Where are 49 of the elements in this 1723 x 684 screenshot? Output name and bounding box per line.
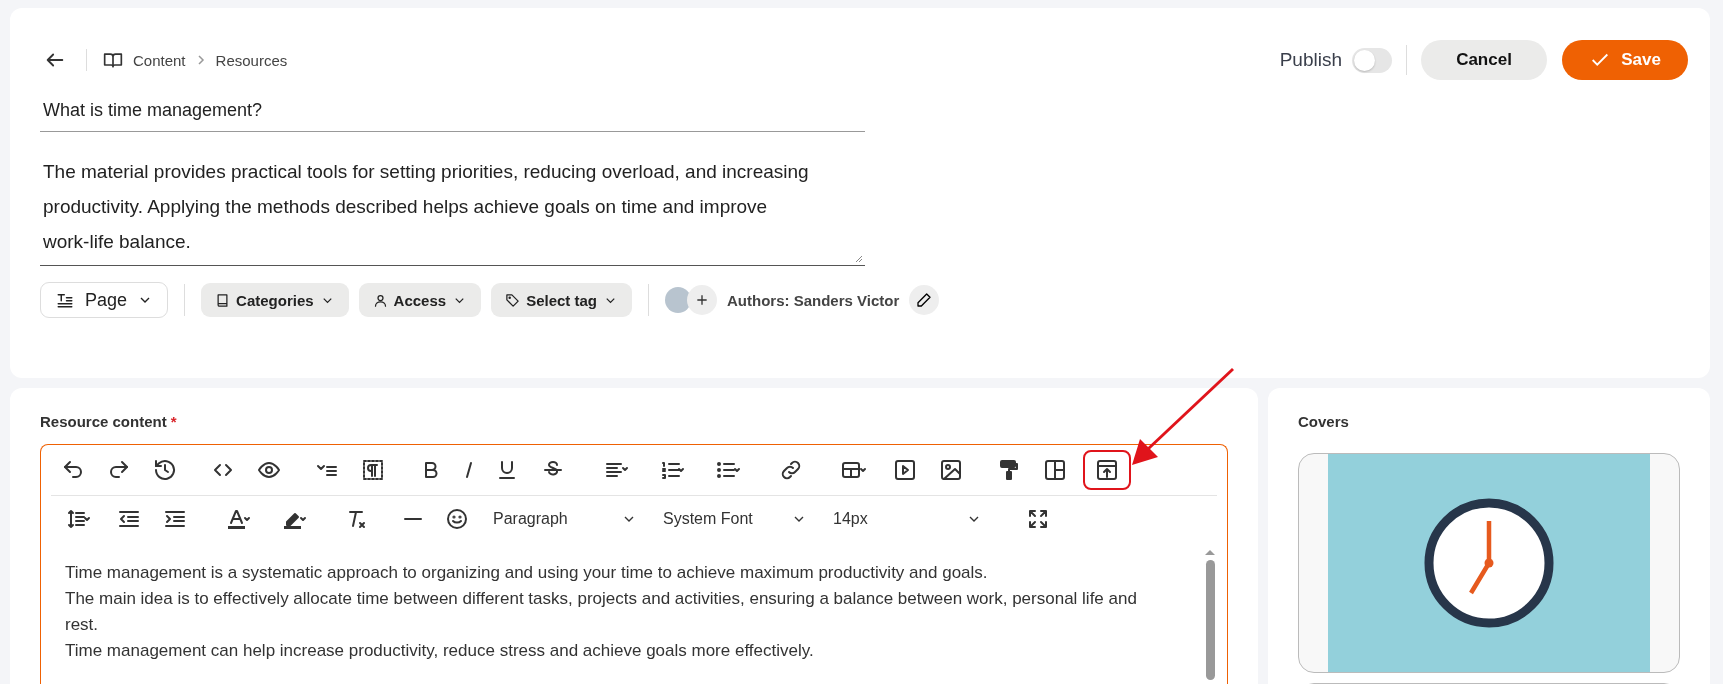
book-icon: [215, 292, 231, 308]
filter-dropdown[interactable]: Categories: [201, 283, 349, 317]
format-select[interactable]: Paragraph: [485, 502, 645, 536]
section-label: Resource content *: [40, 413, 178, 432]
plus-icon: [694, 292, 710, 308]
link-icon: [779, 458, 803, 482]
required-mark: *: [170, 413, 177, 430]
covers-title: Covers: [1298, 413, 1350, 432]
tag-icon: [505, 292, 521, 308]
person-icon: [372, 292, 388, 308]
resize-grip-icon[interactable]: [853, 253, 863, 263]
filter-dropdown[interactable]: Select tag: [491, 283, 632, 317]
paint-roller-icon: [997, 458, 1021, 482]
title-field[interactable]: What is time management?: [40, 94, 865, 132]
paragraph-icon: [361, 458, 385, 482]
cover-frame[interactable]: [1298, 453, 1680, 673]
video-icon: [893, 458, 917, 482]
text-lines-icon: [55, 291, 75, 309]
image-icon: [939, 458, 963, 482]
filter-dropdown[interactable]: Access: [358, 283, 482, 317]
avatar: [665, 287, 691, 313]
edit-authors-button[interactable]: [909, 285, 940, 315]
layout-icon: [1043, 458, 1067, 482]
pencil-icon: [916, 292, 933, 308]
book-icon: [103, 50, 123, 70]
export-button[interactable]: [1083, 450, 1131, 490]
content-paragraph: Time management can help increase productivity, reduce stress and achieve goals more effectively.: [65, 640, 815, 662]
history-icon: [153, 458, 177, 482]
fullscreen-icon: [1026, 507, 1050, 531]
emoji-icon: [445, 507, 469, 531]
breadcrumb-link[interactable]: Resources: [215, 51, 288, 69]
scroll-up-icon[interactable]: [1204, 548, 1216, 556]
breadcrumb-link[interactable]: Content: [133, 51, 186, 69]
authors-label: Authors: Sanders Victor: [727, 291, 900, 309]
italic-icon: [465, 461, 473, 479]
content-paragraph: The main idea is to effectively allocate time between different tasks, projects and activities, ensuring a balance between work, personal life and rest.: [65, 588, 1138, 636]
publish-toggle[interactable]: [1352, 47, 1392, 73]
description-field[interactable]: The material provides practical tools for setting priorities, reducing overload, and increasing productivity. Applying the methods described helps achieve goals on time and improve work-life balance.: [40, 146, 865, 266]
export-icon: [1095, 458, 1119, 482]
scroll-thumb[interactable]: [1205, 560, 1215, 680]
format-select[interactable]: 14px: [825, 502, 990, 536]
publish-label: Publish: [1279, 49, 1342, 71]
add-author-button[interactable]: [687, 285, 717, 315]
page-type-dropdown[interactable]: Page: [40, 282, 169, 318]
horizontal-line-icon: [403, 517, 423, 521]
format-select[interactable]: System Font: [655, 502, 815, 536]
content-paragraph: Time management is a systematic approach to organizing and using your time to achieve maximum productivity and goals.: [65, 562, 989, 584]
cancel-button[interactable]: Cancel: [1421, 40, 1547, 80]
chevron-icon: [195, 54, 206, 66]
